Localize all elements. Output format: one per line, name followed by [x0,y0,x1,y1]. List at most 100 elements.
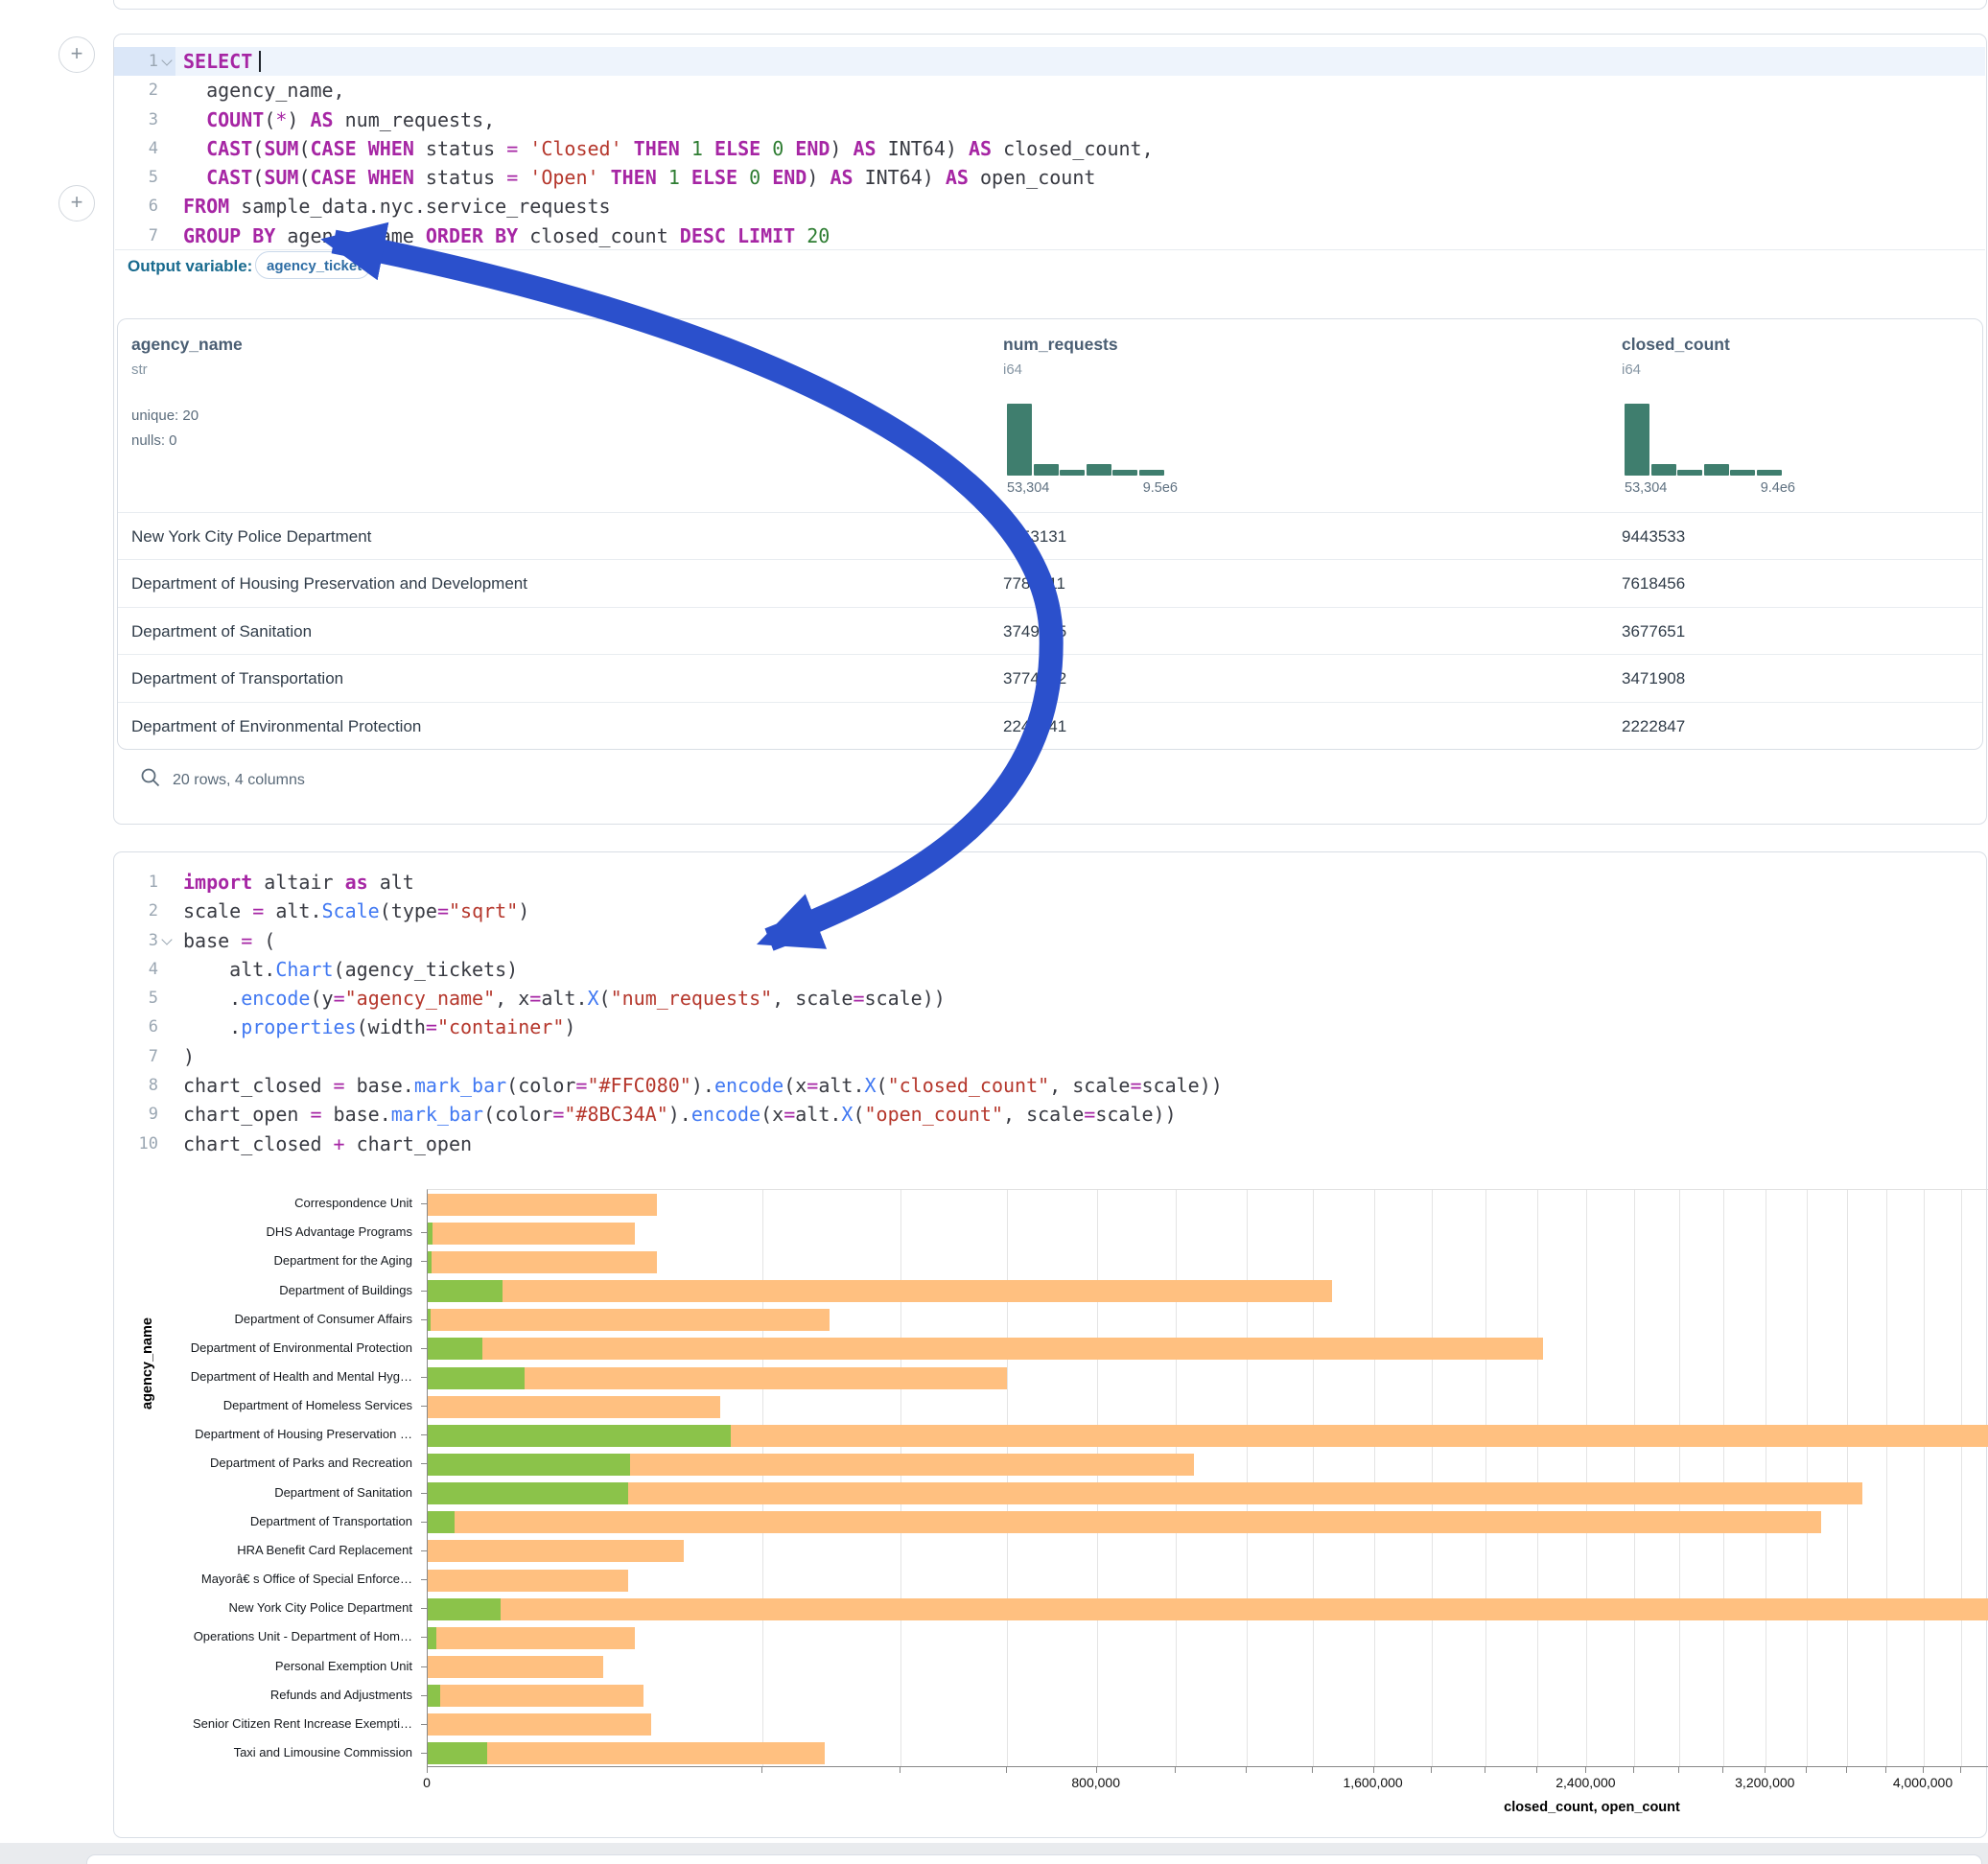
code-line[interactable]: 1import altair as alt [114,868,1985,897]
column-type-agency-name: str [131,361,148,378]
code-line[interactable]: 10chart_closed + chart_open [114,1130,1985,1158]
open-count-bar [428,1454,630,1476]
open-count-bar [428,1627,436,1649]
line-number-gutter: 5 [114,984,175,1013]
fold-chevron-zone[interactable] [158,955,175,984]
fold-chevron-zone[interactable] [158,868,175,897]
closed-count-bar [428,1309,830,1331]
column-header-num-requests[interactable]: num_requests [1003,335,1118,355]
x-axis-tick [1312,1767,1313,1773]
code-line[interactable]: 3 COUNT(*) AS num_requests, [114,105,1985,134]
column-header-closed-count[interactable]: closed_count [1622,335,1730,355]
code-line[interactable]: 4 alt.Chart(agency_tickets) [114,955,1985,984]
y-axis-label: Refunds and Adjustments [0,1688,412,1703]
histogram-bar [1034,464,1059,476]
open-count-bar [428,1482,628,1504]
search-icon[interactable] [140,767,161,793]
y-axis-tick [421,1348,427,1349]
code-line[interactable]: 6 .properties(width="container") [114,1013,1985,1041]
fold-chevron-zone[interactable] [158,1100,175,1129]
gridline [1886,1190,1887,1766]
fold-chevron-zone[interactable] [158,1130,175,1158]
chevron-down-icon[interactable] [161,934,172,944]
output-variable-pill[interactable]: agency_tickets [255,251,371,279]
closed-count-bar [428,1540,684,1562]
table-row[interactable]: Department of Transportation377489234719… [118,654,1982,702]
x-axis-tick [1175,1767,1176,1773]
code-line[interactable]: 2scale = alt.Scale(type="sqrt") [114,897,1985,925]
python-code-editor[interactable]: 1import altair as alt2scale = alt.Scale(… [114,868,1985,1158]
fold-chevron-zone[interactable] [158,1042,175,1071]
y-axis-label: DHS Advantage Programs [0,1224,412,1240]
code-line[interactable]: 2 agency_name, [114,76,1985,105]
code-line[interactable]: 4 CAST(SUM(CASE WHEN status = 'Closed' T… [114,134,1985,163]
add-cell-button-output[interactable]: + [58,185,95,221]
y-axis-label: Department for the Aging [0,1253,412,1269]
code-line[interactable]: 7GROUP BY agency_name ORDER BY closed_co… [114,221,1985,250]
fold-chevron-zone[interactable] [158,192,175,221]
table-row[interactable]: Department of Sanitation37494853677651 [118,607,1982,655]
x-axis-tick [1806,1767,1807,1773]
code-text: .properties(width="container") [183,1013,575,1041]
line-number: 6 [114,1013,158,1041]
y-axis-label: Department of Environmental Protection [0,1340,412,1356]
gridline [1679,1190,1680,1766]
table-row[interactable]: New York City Police Department945313194… [118,512,1982,560]
code-line[interactable]: 5 .encode(y="agency_name", x=alt.X("num_… [114,984,1985,1013]
cell-agency-name: Department of Housing Preservation and D… [131,560,527,607]
table-row[interactable]: Department of Housing Preservation and D… [118,559,1982,607]
fold-chevron-zone[interactable] [158,105,175,134]
cell-closed-count: 7618456 [1622,560,1685,607]
histogram-bar [1757,470,1782,476]
fold-chevron-zone[interactable] [158,1071,175,1100]
y-axis-tick [421,1261,427,1262]
open-count-bar [428,1251,432,1273]
code-line[interactable]: 1SELECT [114,47,1985,76]
x-axis-tick [1885,1767,1886,1773]
fold-chevron-zone[interactable] [158,984,175,1013]
line-number-gutter: 2 [114,897,175,925]
fold-chevron-zone[interactable] [158,1013,175,1041]
code-line[interactable]: 3base = ( [114,926,1985,955]
code-line[interactable]: 9chart_open = base.mark_bar(color="#8BC3… [114,1100,1985,1129]
column-header-agency-name[interactable]: agency_name [131,335,243,355]
x-axis-tick [1373,1767,1374,1773]
cell-agency-name: Department of Sanitation [131,608,312,655]
cell-num-requests: 3749485 [1003,608,1066,655]
line-number-gutter: 10 [114,1130,175,1158]
fold-chevron-zone[interactable] [158,163,175,192]
x-axis-tick [1846,1767,1847,1773]
gridline [1807,1190,1808,1766]
code-line[interactable]: 8chart_closed = base.mark_bar(color="#FF… [114,1071,1985,1100]
add-cell-button-top[interactable]: + [58,36,95,73]
code-line[interactable]: 5 CAST(SUM(CASE WHEN status = 'Open' THE… [114,163,1985,192]
fold-chevron-zone[interactable] [158,134,175,163]
chevron-down-icon[interactable] [161,55,172,65]
y-axis-tick [421,1522,427,1523]
fold-chevron-zone[interactable] [158,926,175,955]
x-axis-tick [761,1767,762,1773]
code-line[interactable]: 6FROM sample_data.nyc.service_requests [114,192,1985,221]
y-axis-label: Department of Buildings [0,1283,412,1298]
line-number-gutter: 1 [114,47,175,76]
line-number: 3 [114,105,158,134]
cell-num-requests: 7782211 [1003,560,1065,607]
y-axis-label: Correspondence Unit [0,1196,412,1211]
x-axis-tick-label: 0 [369,1775,484,1790]
cell-closed-count: 2222847 [1622,703,1685,750]
fold-chevron-zone[interactable] [158,76,175,105]
x-axis-tick [1678,1767,1679,1773]
fold-chevron-zone[interactable] [158,47,175,76]
open-count-bar [428,1223,433,1245]
histogram-bar [1704,464,1729,476]
closed-count-bar [428,1251,657,1273]
closed-count-bar [428,1396,720,1418]
code-line[interactable]: 7) [114,1042,1985,1071]
y-axis-title: agency_name [140,1317,155,1410]
histogram-bar [1651,464,1676,476]
fold-chevron-zone[interactable] [158,221,175,250]
sql-code-editor[interactable]: 1SELECT2 agency_name,3 COUNT(*) AS num_r… [114,47,1985,250]
cell-num-requests: 9453131 [1003,513,1066,560]
fold-chevron-zone[interactable] [158,897,175,925]
table-row[interactable]: Department of Environmental Protection22… [118,702,1982,750]
